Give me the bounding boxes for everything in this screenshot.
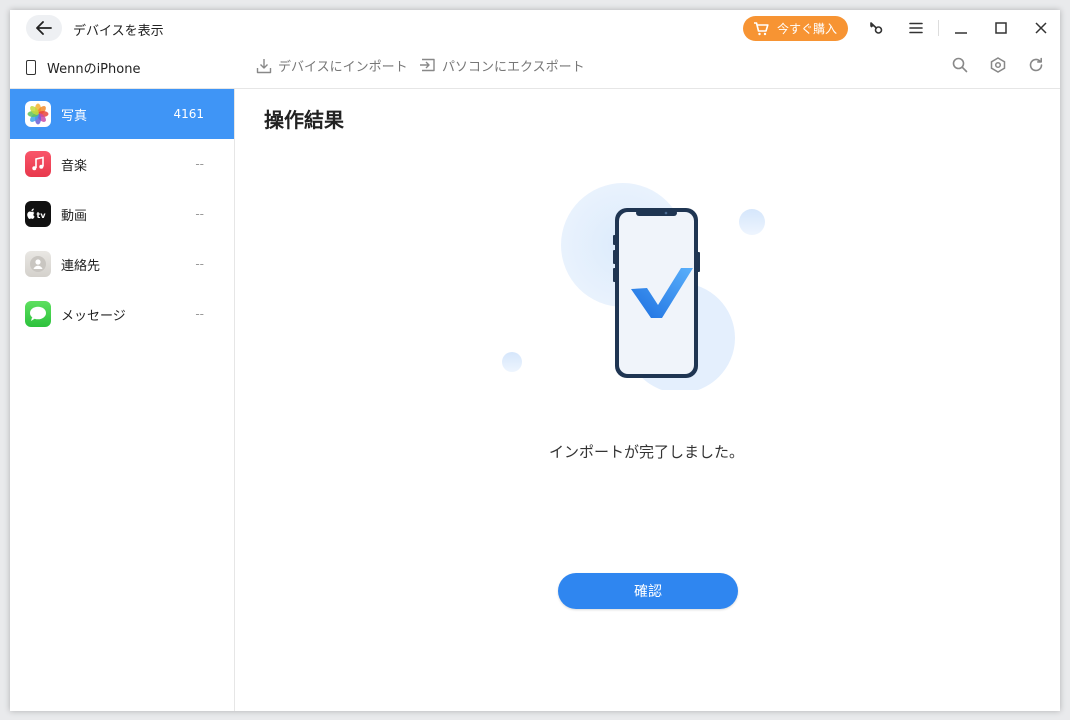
search-icon[interactable]: [951, 56, 969, 74]
sidebar-item-count: --: [195, 207, 204, 221]
sidebar-item-count: --: [195, 157, 204, 171]
device-selector[interactable]: WennのiPhone: [26, 58, 140, 77]
view-icon[interactable]: [989, 56, 1007, 74]
apple-tv-icon: tv: [25, 201, 51, 227]
sidebar-item-label: 写真: [61, 108, 88, 124]
success-illustration: [502, 183, 765, 390]
page-title: 操作結果: [264, 108, 344, 132]
sidebar-item-label: メッセージ: [61, 308, 126, 324]
confirm-button[interactable]: 確認: [558, 573, 738, 609]
menu-icon[interactable]: [906, 18, 926, 38]
music-icon: [25, 151, 51, 177]
close-icon[interactable]: [1031, 18, 1051, 38]
app-window: デバイスを表示 今すぐ購入 WennのiPhone デバイスにインポート パソコ…: [10, 10, 1060, 711]
key-icon[interactable]: [866, 18, 886, 38]
sidebar-item-count: --: [195, 257, 204, 271]
device-name-label: WennのiPhone: [47, 62, 141, 77]
import-label: デバイスにインポート: [278, 60, 408, 75]
cart-icon: [754, 21, 769, 35]
import-icon: [256, 58, 272, 73]
messages-icon: [25, 301, 51, 327]
import-to-device-button[interactable]: デバイスにインポート: [256, 56, 408, 75]
sidebar-item-contacts[interactable]: 連絡先 --: [10, 239, 234, 289]
sidebar-item-videos[interactable]: tv 動画 --: [10, 189, 234, 239]
photos-icon: [25, 101, 51, 127]
sidebar-item-label: 動画: [61, 208, 88, 224]
result-message: インポートが完了しました。: [548, 443, 744, 461]
contacts-icon: [25, 251, 51, 277]
sidebar-item-label: 音楽: [61, 158, 88, 174]
minimize-icon[interactable]: [951, 18, 971, 38]
sidebar: 写真 4161 音楽 -- tv 動画 -- 連絡先 -- メッセージ --: [10, 89, 234, 339]
sidebar-item-count: 4161: [173, 107, 204, 121]
export-to-pc-button[interactable]: パソコンにエクスポート: [419, 56, 585, 75]
buy-now-label: 今すぐ購入: [777, 22, 838, 36]
titlebar-divider: [938, 20, 939, 36]
refresh-icon[interactable]: [1027, 56, 1045, 74]
sidebar-item-count: --: [195, 307, 204, 321]
title-bar: デバイスを表示 今すぐ購入: [10, 10, 1060, 46]
svg-text:tv: tv: [37, 211, 47, 220]
export-label: パソコンにエクスポート: [442, 60, 585, 75]
sidebar-item-messages[interactable]: メッセージ --: [10, 289, 234, 339]
phone-icon: [26, 60, 36, 75]
sidebar-item-music[interactable]: 音楽 --: [10, 139, 234, 189]
maximize-icon[interactable]: [991, 18, 1011, 38]
buy-now-button[interactable]: 今すぐ購入: [743, 16, 848, 41]
export-icon: [420, 58, 435, 71]
arrow-left-icon: [36, 21, 52, 35]
window-title: デバイスを表示: [73, 24, 164, 39]
sidebar-divider: [234, 89, 235, 711]
sidebar-item-label: 連絡先: [61, 258, 101, 274]
sidebar-item-photos[interactable]: 写真 4161: [10, 89, 234, 139]
back-button[interactable]: [26, 15, 62, 41]
